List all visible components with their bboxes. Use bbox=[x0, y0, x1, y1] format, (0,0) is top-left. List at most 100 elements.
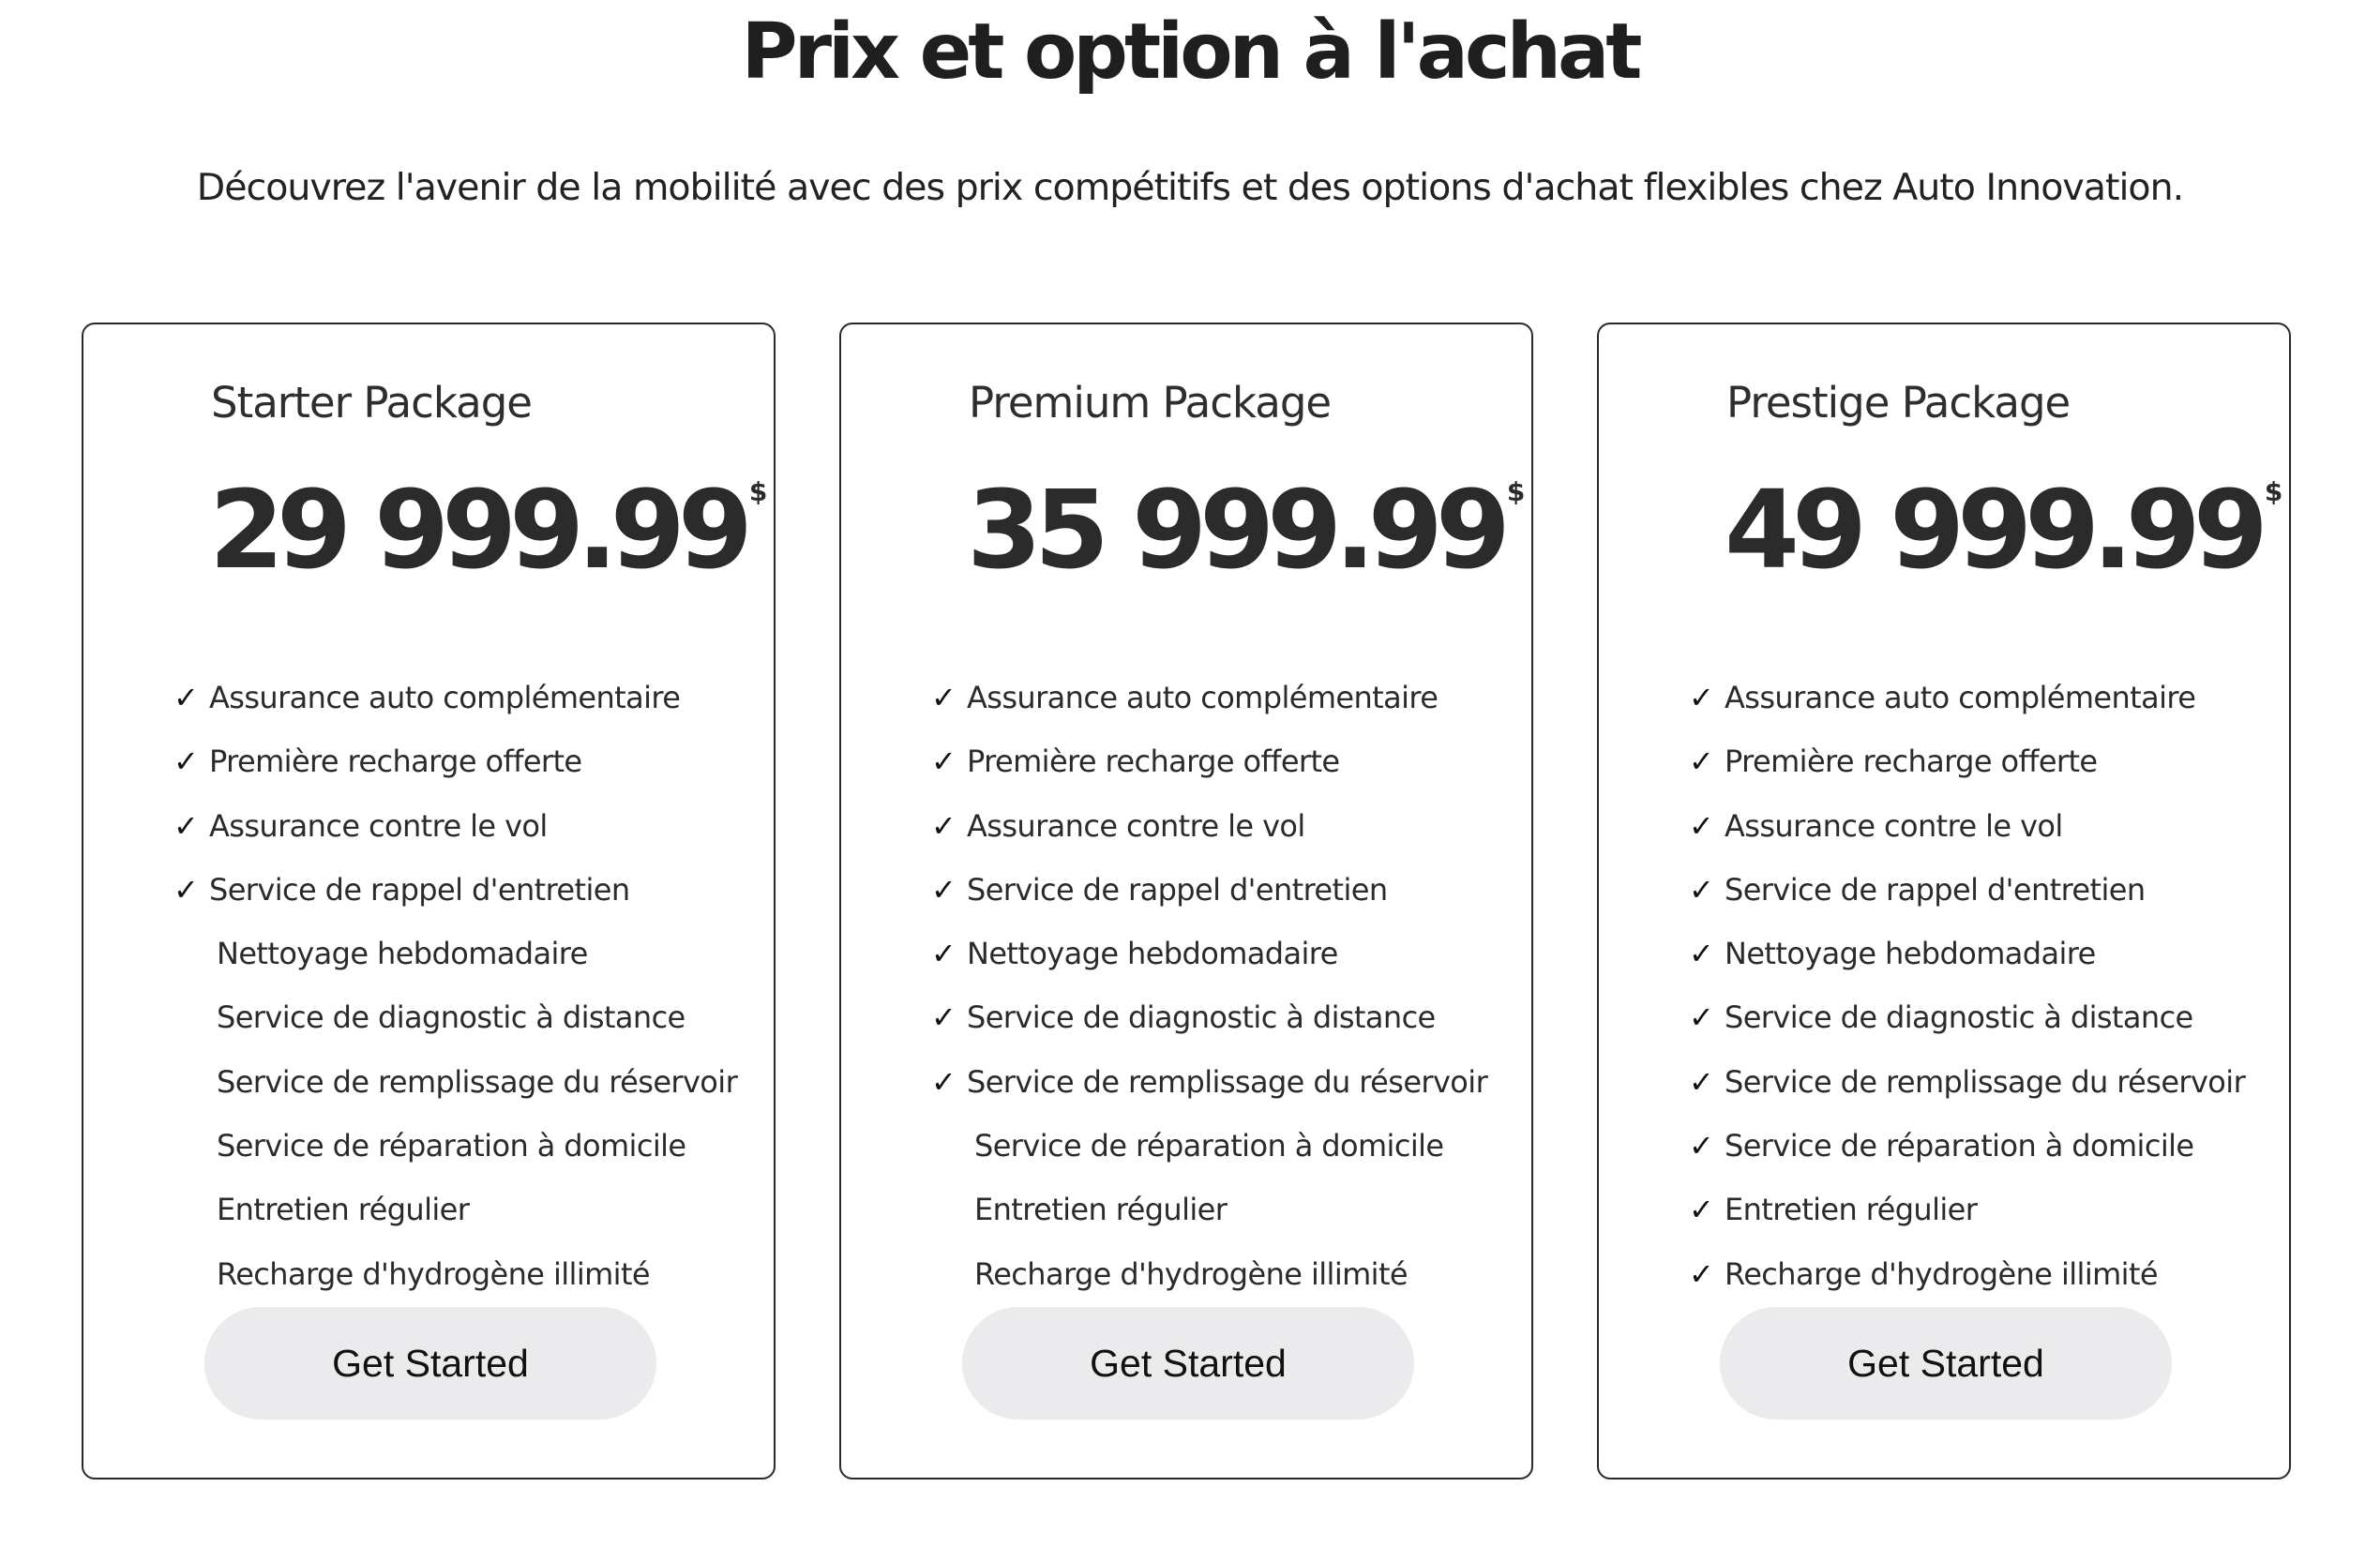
check-icon: ✓ bbox=[173, 871, 199, 908]
currency-symbol: $ bbox=[748, 476, 768, 507]
feature-item: ✓ Service de réparation à domicile bbox=[1689, 1114, 2245, 1178]
feature-label: Nettoyage hebdomadaire bbox=[967, 936, 1338, 972]
feature-item: ✓ Service de diagnostic à distance bbox=[931, 985, 1487, 1049]
check-icon: ✓ bbox=[931, 680, 957, 715]
feature-item: ✓ Nettoyage hebdomadaire bbox=[1689, 922, 2245, 985]
feature-item: ✓ Assurance contre le vol bbox=[931, 794, 1487, 858]
page-title: Prix et option à l'achat bbox=[741, 8, 1643, 97]
feature-item: ✓ Première recharge offerte bbox=[931, 729, 1487, 793]
feature-item: ✓ Service de remplissage du réservoir bbox=[931, 1050, 1488, 1114]
feature-label: Service de rappel d'entretien bbox=[967, 871, 1388, 908]
package-price: 35 999.99 bbox=[967, 468, 1511, 593]
feature-item: Service de réparation à domicile bbox=[173, 1114, 737, 1178]
feature-item: ✓ Service de rappel d'entretien bbox=[1689, 858, 2245, 922]
get-started-button[interactable]: Get Started bbox=[204, 1307, 656, 1419]
feature-item: Service de remplissage du réservoir bbox=[173, 1050, 738, 1114]
pricing-card: Premium Package 35 999.99 $ ✓ Assurance auto… bbox=[839, 323, 1533, 1479]
feature-item: ✓ Recharge d'hydrogène illimité bbox=[1689, 1242, 2245, 1306]
price-block: 49 999.99 $ bbox=[1725, 470, 2282, 592]
check-icon: ✓ bbox=[173, 743, 199, 780]
feature-label: Assurance contre le vol bbox=[209, 807, 548, 844]
feature-label: Service de remplissage du réservoir bbox=[967, 1063, 1488, 1100]
feature-label: Assurance auto complémentaire bbox=[209, 680, 681, 715]
check-icon: ✓ bbox=[1689, 1128, 1714, 1164]
feature-item: ✓ Première recharge offerte bbox=[1689, 729, 2245, 793]
feature-label: Service de réparation à domicile bbox=[1725, 1128, 2194, 1164]
feature-list: ✓ Assurance auto complémentaire ✓ Première … bbox=[173, 666, 738, 1306]
currency-symbol: $ bbox=[1506, 476, 1526, 507]
feature-label: Service de réparation à domicile bbox=[974, 1128, 1444, 1164]
feature-item: Service de réparation à domicile bbox=[931, 1114, 1487, 1178]
package-name: Prestige Package bbox=[1726, 378, 2071, 428]
check-icon: ✓ bbox=[931, 871, 957, 908]
check-icon: ✓ bbox=[1689, 936, 1714, 972]
package-price: 29 999.99 bbox=[209, 468, 753, 593]
check-icon: ✓ bbox=[173, 680, 199, 715]
feature-label: Nettoyage hebdomadaire bbox=[1725, 936, 2096, 972]
feature-item: ✓ Service de rappel d'entretien bbox=[931, 858, 1487, 922]
feature-item: ✓ Service de remplissage du réservoir bbox=[1689, 1050, 2246, 1114]
check-icon: ✓ bbox=[1689, 871, 1714, 908]
check-icon: ✓ bbox=[1689, 680, 1714, 715]
feature-label: Entretien régulier bbox=[974, 1192, 1228, 1228]
page-subtitle: Découvrez l'avenir de la mobilité avec d… bbox=[196, 166, 2184, 209]
feature-item: ✓ Nettoyage hebdomadaire bbox=[931, 922, 1487, 985]
get-started-button[interactable]: Get Started bbox=[1720, 1307, 2172, 1419]
check-icon: ✓ bbox=[931, 1063, 957, 1100]
feature-list: ✓ Assurance auto complémentaire ✓ Première … bbox=[1689, 666, 2246, 1306]
check-icon: ✓ bbox=[1689, 1063, 1714, 1100]
package-name: Premium Package bbox=[969, 378, 1332, 428]
feature-label: Service de diagnostic à distance bbox=[967, 999, 1436, 1036]
check-icon: ✓ bbox=[931, 999, 957, 1036]
feature-list: ✓ Assurance auto complémentaire ✓ Première … bbox=[931, 666, 1488, 1306]
feature-label: Service de diagnostic à distance bbox=[217, 999, 685, 1036]
feature-item: ✓ Première recharge offerte bbox=[173, 729, 737, 793]
feature-item: ✓ Assurance auto complémentaire bbox=[931, 666, 1487, 729]
feature-label: Entretien régulier bbox=[1725, 1192, 1978, 1228]
price-block: 35 999.99 $ bbox=[967, 470, 1525, 592]
feature-label: Service de rappel d'entretien bbox=[1725, 871, 2146, 908]
check-icon: ✓ bbox=[1689, 999, 1714, 1036]
check-icon: ✓ bbox=[1689, 1255, 1714, 1292]
feature-item: Service de diagnostic à distance bbox=[173, 985, 737, 1049]
package-price: 49 999.99 bbox=[1725, 468, 2268, 593]
check-icon: ✓ bbox=[931, 743, 957, 780]
feature-label: Recharge d'hydrogène illimité bbox=[1725, 1255, 2159, 1292]
feature-item: ✓ Entretien régulier bbox=[1689, 1178, 2245, 1241]
check-icon: ✓ bbox=[1689, 743, 1714, 780]
feature-label: Service de diagnostic à distance bbox=[1725, 999, 2193, 1036]
package-name: Starter Package bbox=[211, 378, 533, 428]
feature-label: Assurance auto complémentaire bbox=[1725, 680, 2196, 715]
feature-item: ✓ Service de diagnostic à distance bbox=[1689, 985, 2245, 1049]
feature-label: Nettoyage hebdomadaire bbox=[217, 936, 588, 972]
feature-item: Entretien régulier bbox=[931, 1178, 1487, 1241]
feature-label: Service de remplissage du réservoir bbox=[217, 1063, 738, 1100]
check-icon: ✓ bbox=[931, 936, 957, 972]
feature-label: Recharge d'hydrogène illimité bbox=[217, 1255, 651, 1292]
pricing-card: Prestige Package 49 999.99 $ ✓ Assurance aut… bbox=[1597, 323, 2291, 1479]
feature-item: Recharge d'hydrogène illimité bbox=[173, 1242, 737, 1306]
get-started-button[interactable]: Get Started bbox=[962, 1307, 1414, 1419]
check-icon: ✓ bbox=[1689, 807, 1714, 844]
feature-label: Service de rappel d'entretien bbox=[209, 871, 630, 908]
feature-label: Assurance contre le vol bbox=[967, 807, 1305, 844]
feature-item: ✓ Assurance contre le vol bbox=[1689, 794, 2245, 858]
feature-label: Première recharge offerte bbox=[967, 743, 1340, 780]
feature-item: Nettoyage hebdomadaire bbox=[173, 922, 737, 985]
feature-label: Service de réparation à domicile bbox=[217, 1128, 686, 1164]
feature-label: Service de remplissage du réservoir bbox=[1725, 1063, 2246, 1100]
feature-item: ✓ Assurance auto complémentaire bbox=[173, 666, 737, 729]
feature-item: Entretien régulier bbox=[173, 1178, 737, 1241]
currency-symbol: $ bbox=[2264, 476, 2283, 507]
feature-label: Assurance auto complémentaire bbox=[967, 680, 1439, 715]
feature-item: ✓ Assurance contre le vol bbox=[173, 794, 737, 858]
feature-label: Assurance contre le vol bbox=[1725, 807, 2063, 844]
feature-label: Première recharge offerte bbox=[1725, 743, 2098, 780]
feature-item: ✓ Service de rappel d'entretien bbox=[173, 858, 737, 922]
check-icon: ✓ bbox=[1689, 1192, 1714, 1228]
pricing-card: Starter Package 29 999.99 $ ✓ Assurance auto… bbox=[82, 323, 776, 1479]
price-block: 29 999.99 $ bbox=[209, 470, 767, 592]
check-icon: ✓ bbox=[173, 807, 199, 844]
feature-item: Recharge d'hydrogène illimité bbox=[931, 1242, 1487, 1306]
feature-label: Première recharge offerte bbox=[209, 743, 582, 780]
